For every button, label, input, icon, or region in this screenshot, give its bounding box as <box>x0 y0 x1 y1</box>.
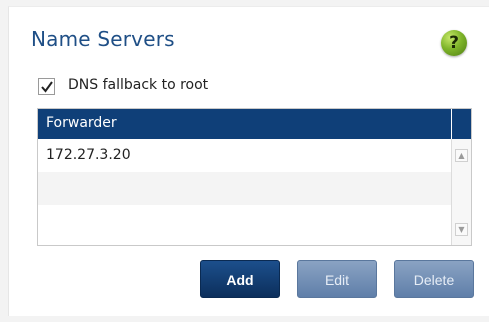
checkmark-icon <box>41 81 53 93</box>
table-header: Forwarder <box>38 109 471 139</box>
table-row[interactable]: 172.27.3.20 <box>38 139 451 172</box>
dns-fallback-checkbox[interactable] <box>38 78 55 95</box>
column-divider <box>451 109 452 139</box>
column-header-forwarder[interactable]: Forwarder <box>46 115 117 131</box>
table-scrollbar[interactable]: ▲ ▼ <box>451 139 471 245</box>
delete-button[interactable]: Delete <box>394 260 474 298</box>
scroll-up-icon[interactable]: ▲ <box>455 149 468 162</box>
forwarder-cell: 172.27.3.20 <box>46 147 131 163</box>
table-row[interactable] <box>38 205 451 245</box>
add-button[interactable]: Add <box>200 260 280 298</box>
page-title: Name Servers <box>31 27 175 51</box>
scroll-down-icon[interactable]: ▼ <box>455 223 468 236</box>
table-row[interactable] <box>38 172 451 205</box>
edit-button[interactable]: Edit <box>297 260 377 298</box>
dns-fallback-label: DNS fallback to root <box>68 77 209 93</box>
forwarder-table: Forwarder 172.27.3.20 ▲ ▼ <box>37 108 472 246</box>
help-question-icon[interactable]: ? <box>441 30 467 56</box>
